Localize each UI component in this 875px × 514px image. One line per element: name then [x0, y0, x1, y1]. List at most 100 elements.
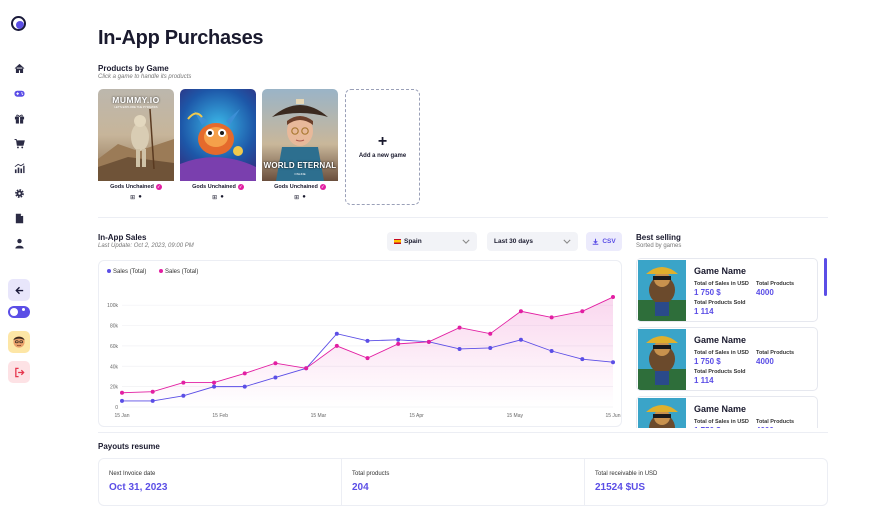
data-point: [242, 384, 247, 389]
y-tick-label: 100k: [107, 303, 118, 309]
next-invoice: Next Invoice date Oct 31, 2023: [99, 459, 342, 505]
data-point: [334, 343, 339, 348]
y-tick-label: 80k: [110, 324, 119, 330]
data-point: [212, 380, 217, 385]
period-select[interactable]: Last 30 days: [487, 232, 578, 251]
next-invoice-value: Oct 31, 2023: [109, 482, 168, 493]
windows-icon: ⊞: [130, 195, 136, 201]
sales-value: 1 750 $: [694, 426, 721, 428]
y-tick-label: 0: [115, 405, 118, 411]
total-receivable: Total receivable in USD 21524 $US: [585, 459, 827, 505]
data-point: [365, 338, 370, 343]
csv-export-button[interactable]: CSV: [586, 232, 622, 251]
game-name: Game Name: [694, 404, 747, 414]
data-point: [518, 337, 523, 342]
series-area: [122, 297, 613, 407]
game-cover-world-eternal: WORLD ETERNAL ONLINE: [262, 89, 338, 181]
game-cover-mummy: MUMMY.IO LET'S EXPLORE THE PYRAMIDS: [98, 89, 174, 181]
document-icon[interactable]: [12, 211, 26, 225]
gamepad-icon[interactable]: [12, 86, 26, 100]
sidebar: [0, 0, 38, 514]
add-game-label: Add a new game: [358, 153, 407, 159]
data-point: [304, 366, 309, 371]
game-card[interactable]: MUMMY.IO LET'S EXPLORE THE PYRAMIDS Gods…: [98, 89, 174, 205]
gear-icon[interactable]: [12, 186, 26, 200]
game-cover-subtitle: ONLINE: [294, 172, 306, 176]
user-icon[interactable]: [12, 236, 26, 250]
next-invoice-label: Next Invoice date: [109, 471, 156, 477]
data-point: [242, 371, 247, 376]
app-logo[interactable]: [11, 16, 26, 31]
gift-icon[interactable]: [12, 111, 26, 125]
legend-marker: [159, 269, 163, 273]
best-selling-scrollbar[interactable]: [824, 258, 827, 296]
game-card[interactable]: WORLD ETERNAL ONLINE Gods Unchained ✓ ⊞ ●: [262, 89, 338, 205]
apple-icon: ●: [138, 194, 142, 200]
game-card[interactable]: Gods Unchained ✓ ⊞ ●: [180, 89, 256, 205]
data-point: [181, 393, 186, 398]
sales-value: 1 750 $: [694, 288, 721, 297]
game-name: Gods Unchained ✓: [110, 184, 162, 190]
analytics-icon[interactable]: [12, 161, 26, 175]
data-point: [273, 361, 278, 366]
verified-badge-icon: ✓: [155, 184, 162, 190]
best-selling-item[interactable]: Game Name Total of Sales in USD1 750 $ Tot…: [636, 396, 818, 428]
data-point: [150, 389, 155, 394]
verified-badge-icon: ✓: [237, 184, 244, 190]
page-title: In-App Purchases: [98, 27, 264, 49]
toggle-knob: [10, 308, 18, 316]
products-label: Total Products: [756, 281, 795, 287]
sold-value: 1 114: [694, 376, 714, 385]
best-selling-item[interactable]: Game Name Total of Sales in USD1 750 $ Tot…: [636, 258, 818, 322]
data-point: [181, 380, 186, 385]
data-point: [120, 398, 124, 403]
y-tick-label: 20k: [110, 385, 119, 391]
sales-label: Total of Sales in USD: [694, 350, 749, 356]
country-select-value: Spain: [404, 238, 422, 245]
logout-icon: [14, 367, 25, 377]
payouts-title: Payouts resume: [98, 442, 160, 451]
products-label: Total Products: [756, 419, 795, 425]
total-products-value: 204: [352, 482, 369, 493]
total-products-label: Total products: [352, 471, 390, 477]
x-tick-label: 15 Mar: [311, 413, 327, 419]
data-point: [549, 349, 554, 353]
cart-icon[interactable]: [12, 136, 26, 150]
products-value: 4000: [756, 288, 774, 297]
data-point: [334, 331, 339, 336]
apple-icon: ●: [220, 194, 224, 200]
spain-flag-icon: [394, 239, 401, 244]
products-label: Total Products: [756, 350, 795, 356]
country-select[interactable]: Spain: [387, 232, 477, 251]
theme-toggle[interactable]: [8, 306, 30, 318]
collapse-sidebar-button[interactable]: [8, 279, 30, 301]
chevron-down-icon: [563, 239, 571, 244]
divider: [98, 217, 828, 218]
avatar[interactable]: [8, 331, 30, 353]
sales-value: 1 750 $: [694, 357, 721, 366]
best-selling-title: Best selling: [636, 233, 681, 242]
arrow-left-icon: [14, 286, 23, 294]
data-point: [580, 357, 585, 362]
sold-label: Total Products Sold: [694, 369, 746, 375]
platforms: ⊞ ●: [262, 194, 338, 201]
logout-button[interactable]: [8, 361, 30, 383]
game-thumbnail: [638, 398, 686, 428]
y-tick-label: 60k: [110, 344, 119, 350]
add-game-button[interactable]: + Add a new game: [345, 89, 420, 205]
data-point: [457, 346, 462, 351]
data-point: [396, 341, 401, 346]
legend-label: Sales (Total): [113, 269, 146, 275]
game-name: Gods Unchained ✓: [274, 184, 326, 190]
data-point: [365, 356, 370, 361]
best-selling-item[interactable]: Game Name Total of Sales in USD1 750 $ Tot…: [636, 327, 818, 391]
sales-label: Total of Sales in USD: [694, 281, 749, 287]
best-selling-list: Game Name Total of Sales in USD 1 750 $ Tot…: [636, 258, 822, 428]
divider: [98, 432, 828, 433]
data-point: [488, 345, 493, 350]
home-icon[interactable]: [12, 61, 26, 75]
data-point: [549, 315, 554, 320]
products-section-title: Products by Game: [98, 64, 169, 73]
products-value: 4000: [756, 426, 774, 428]
last-update-text: Last Update: Oct 2, 2023, 09:00 PM: [98, 243, 194, 249]
